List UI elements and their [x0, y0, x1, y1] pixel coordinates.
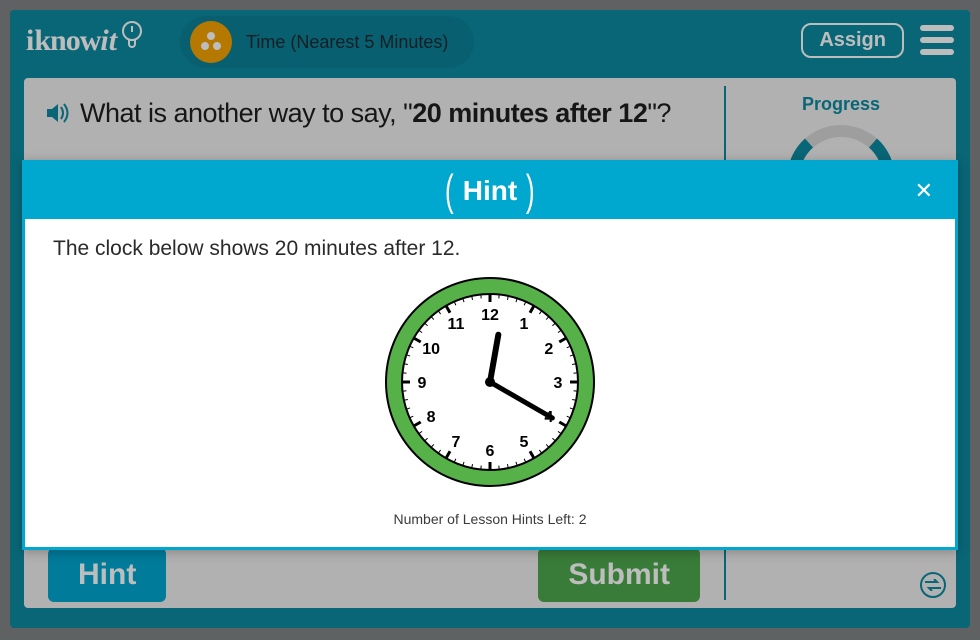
svg-text:2: 2 [544, 341, 553, 358]
hints-left-count: 2 [579, 511, 587, 527]
hint-modal-body: The clock below shows 20 minutes after 1… [25, 219, 955, 547]
svg-text:8: 8 [427, 409, 436, 426]
svg-text:10: 10 [422, 341, 440, 358]
svg-text:5: 5 [520, 434, 529, 451]
svg-text:3: 3 [554, 375, 563, 392]
svg-text:11: 11 [448, 316, 465, 333]
hint-title-wrap: ( Hint ) [442, 166, 538, 216]
svg-text:12: 12 [481, 307, 499, 324]
hint-modal-header: ( Hint ) ✕ [25, 163, 955, 219]
clock-icon: 121234567891011 [383, 275, 597, 489]
paren-right-icon: ) [526, 166, 535, 216]
close-icon[interactable]: ✕ [915, 178, 933, 204]
clock-wrap: 121234567891011 [53, 261, 927, 503]
svg-text:7: 7 [452, 434, 461, 451]
svg-text:1: 1 [520, 316, 529, 333]
svg-text:6: 6 [486, 443, 495, 460]
hints-left-label: Number of Lesson Hints Left: [394, 511, 579, 527]
paren-left-icon: ( [445, 166, 454, 216]
hint-text: The clock below shows 20 minutes after 1… [53, 237, 927, 261]
hint-modal: ( Hint ) ✕ The clock below shows 20 minu… [22, 160, 958, 550]
svg-text:9: 9 [418, 375, 427, 392]
hints-left-row: Number of Lesson Hints Left: 2 [53, 503, 927, 537]
hint-modal-title: Hint [463, 175, 517, 207]
